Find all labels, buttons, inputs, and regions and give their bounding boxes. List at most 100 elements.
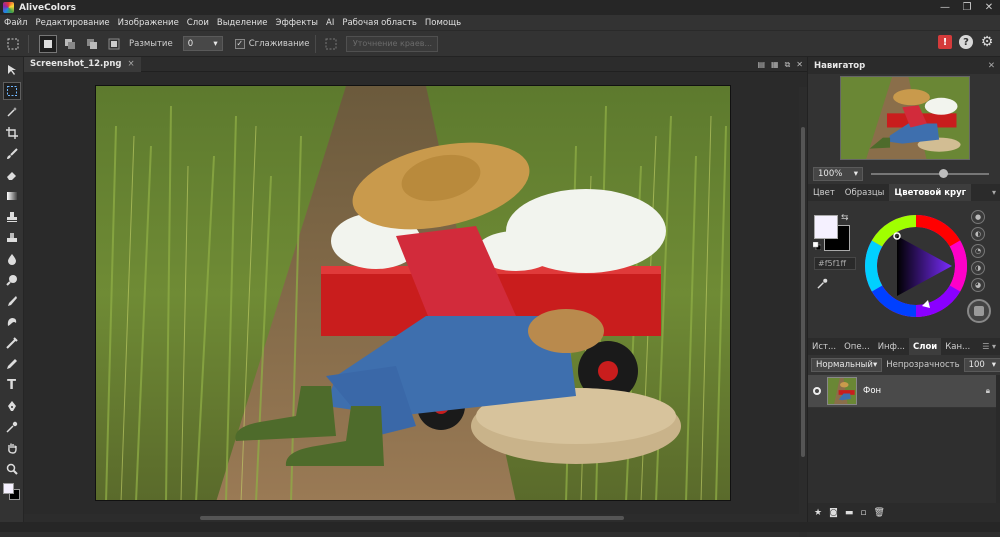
move-icon[interactable] [3,61,21,79]
hex-color-input[interactable]: #f5f1ff [814,257,856,270]
navigator-preview[interactable] [840,76,970,160]
zoom-icon[interactable] [3,460,21,478]
tab-info[interactable]: Инф... [874,338,909,355]
color-wheel[interactable] [864,214,968,318]
smoothing-checkbox[interactable]: ✓ [234,38,245,49]
canvas-viewport[interactable] [24,72,807,537]
refine-selection-icon[interactable] [322,35,340,53]
effects-star-icon[interactable]: ★ [814,508,822,518]
opacity-dropdown[interactable]: 100 ▾ [963,358,1000,372]
menu-effects[interactable]: Эффекты [276,18,319,28]
layers-scrollbar[interactable] [996,375,1000,503]
brush-icon[interactable] [3,145,21,163]
tab-operations[interactable]: Опе... [840,338,874,355]
pencil-icon[interactable] [3,355,21,373]
magic-wand-icon[interactable] [3,103,21,121]
gradient-icon[interactable] [3,187,21,205]
panel-close-icon[interactable]: ✕ [988,61,995,71]
title-bar: AliveColors — ❐ ✕ [0,0,1000,15]
eyedropper-icon[interactable] [817,278,828,292]
foreground-color-swatch[interactable] [814,215,838,239]
blend-mode-dropdown[interactable]: Нормальный ▾ [811,358,883,372]
panel-menu-icon[interactable]: ▾ [992,188,996,197]
eraser-icon[interactable] [3,166,21,184]
new-group-icon[interactable]: ▬ [845,508,854,518]
tile-windows-icon[interactable]: ▦ [771,60,779,69]
hand-icon[interactable] [3,439,21,457]
menu-edit[interactable]: Редактирование [35,18,109,28]
visibility-eye-icon[interactable] [813,387,821,395]
blur-dropdown[interactable]: 0 ▾ [182,36,223,51]
menu-image[interactable]: Изображение [118,18,179,28]
menu-selection[interactable]: Выделение [217,18,268,28]
layers-footer: ★ ◙ ▬ ▫ 🗑︎ [808,503,1000,522]
close-button[interactable]: ✕ [978,0,1000,15]
selection-mode-icon[interactable] [4,35,22,53]
color-harmony-tools: ● ◐ ◔ ◑ ◕ [967,210,991,323]
navigator-title: Навигатор [814,60,866,71]
add-selection-icon[interactable] [61,35,79,53]
pen-icon[interactable] [3,397,21,415]
stamp-icon[interactable] [3,208,21,226]
harmony-triad-icon[interactable]: ◔ [971,244,985,258]
harmony-split-icon[interactable]: ◑ [971,261,985,275]
help-icon[interactable]: ? [959,35,973,49]
fg-bg-color-swatches[interactable] [2,483,21,501]
lasso-selection-icon[interactable] [2,82,21,100]
harmony-tetrad-icon[interactable]: ◕ [971,278,985,292]
eyedropper-icon[interactable] [3,418,21,436]
vertical-scrollbar[interactable] [799,87,807,537]
tab-history[interactable]: Ист... [808,338,840,355]
smudge-icon[interactable] [3,292,21,310]
close-document-icon[interactable]: ✕ [796,60,803,69]
horizontal-scrollbar[interactable] [24,514,799,522]
canvas-image[interactable] [95,85,731,501]
panel-menu-icon[interactable]: ☰ ▾ [982,342,996,351]
liquify-icon[interactable] [3,334,21,352]
menu-workspace[interactable]: Рабочая область [342,18,417,28]
zoom-slider-handle[interactable] [939,169,948,178]
maximize-button[interactable]: ❐ [956,0,978,15]
float-window-icon[interactable]: ⧉ [785,60,791,70]
tab-color[interactable]: Цвет [808,184,840,201]
tab-color-wheel[interactable]: Цветовой круг [889,184,972,201]
sponge-icon[interactable] [3,313,21,331]
tab-layers[interactable]: Слои [908,338,942,355]
menu-layers[interactable]: Слои [187,18,209,28]
vertical-scroll-thumb[interactable] [801,127,805,457]
zoom-dropdown[interactable]: 100% ▾ [813,167,863,181]
menu-file[interactable]: Файл [4,18,27,28]
harmony-complementary-icon[interactable]: ◐ [971,227,985,241]
settings-gear-icon[interactable]: ⚙ [980,34,994,50]
document-tab[interactable]: Screenshot_12.png × [24,56,141,72]
layer-mask-icon[interactable]: ◙ [829,508,838,518]
tab-channels[interactable]: Кан... [941,338,974,355]
swap-colors-icon[interactable]: ⇆ [841,213,849,223]
reset-colors-icon[interactable] [813,242,821,250]
zoom-slider[interactable] [871,169,989,178]
menu-ai[interactable]: AI [326,18,334,28]
harmony-mono-icon[interactable]: ● [971,210,985,224]
crop-icon[interactable] [3,124,21,142]
new-selection-icon[interactable] [39,34,57,53]
horizontal-scroll-thumb[interactable] [200,516,624,520]
minimize-button[interactable]: — [934,0,956,15]
notification-icon[interactable]: ! [938,35,952,49]
text-icon[interactable]: T [3,376,21,394]
blur-drop-icon[interactable] [3,250,21,268]
color-record-icon[interactable] [967,299,991,323]
tab-swatches[interactable]: Образцы [840,184,890,201]
dodge-icon[interactable] [3,271,21,289]
healing-icon[interactable] [3,229,21,247]
subtract-selection-icon[interactable] [83,35,101,53]
document-layout-icon[interactable]: ▤ [757,60,765,69]
delete-layer-icon[interactable]: 🗑︎ [873,508,884,518]
new-layer-icon[interactable]: ▫ [860,508,866,518]
intersect-selection-icon[interactable] [105,35,123,53]
foreground-color-swatch[interactable] [2,483,14,494]
menu-help[interactable]: Помощь [425,18,461,28]
layer-row[interactable]: Фон 🔒︎ [808,375,996,407]
lock-icon[interactable]: 🔒︎ [986,386,990,396]
close-tab-icon[interactable]: × [127,59,134,69]
refine-edges-button[interactable]: Уточнение краев... [346,35,439,52]
